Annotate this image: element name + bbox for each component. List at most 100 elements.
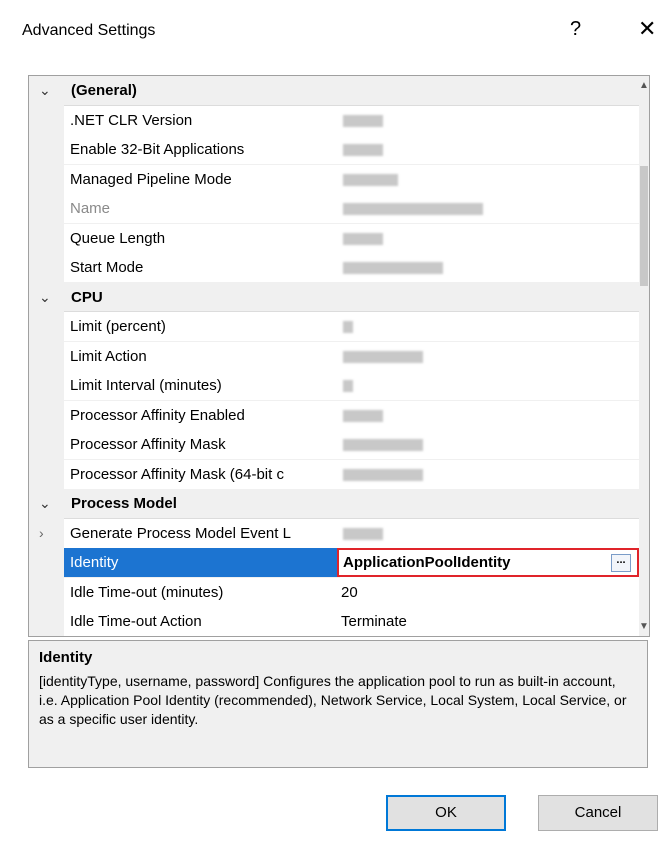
property-value[interactable] [337, 371, 643, 401]
property-row[interactable]: › Generate Process Model Event L [29, 518, 643, 549]
row-gutter [29, 312, 64, 342]
property-row[interactable]: Processor Affinity Mask [29, 430, 643, 460]
redacted-value [343, 144, 383, 156]
property-value[interactable] [337, 341, 643, 372]
row-gutter [29, 548, 64, 578]
redacted-value [343, 527, 383, 540]
property-value[interactable] [337, 105, 643, 136]
property-grid[interactable]: ⌄ (General) .NET CLR Version Enable 32-Bit … [28, 75, 650, 637]
redacted-value [343, 350, 423, 363]
category-label: (General) [71, 82, 137, 99]
property-name[interactable]: Processor Affinity Enabled [64, 400, 340, 431]
identity-value-field[interactable]: ApplicationPoolIdentity... [337, 548, 639, 577]
property-value[interactable] [337, 312, 643, 342]
row-gutter [29, 341, 64, 371]
expand-chevron-icon[interactable]: › [39, 519, 44, 548]
category-label: CPU [71, 288, 103, 306]
category-row[interactable]: ⌄ CPU [29, 282, 639, 312]
property-row[interactable]: Enable 32-Bit Applications [29, 135, 643, 165]
redacted-value [343, 380, 353, 392]
property-value[interactable] [337, 459, 643, 490]
property-row[interactable]: Limit (percent) [29, 312, 643, 342]
property-name[interactable]: Managed Pipeline Mode [64, 164, 340, 195]
property-value[interactable] [337, 518, 643, 549]
property-name[interactable]: .NET CLR Version [64, 105, 340, 136]
property-name[interactable]: Processor Affinity Mask [64, 430, 340, 460]
ok-button[interactable]: OK [386, 795, 506, 831]
property-row[interactable]: Queue Length [29, 223, 643, 254]
redacted-value [343, 114, 383, 127]
property-row[interactable]: Processor Affinity Enabled [29, 400, 643, 431]
property-row[interactable]: Start Mode [29, 253, 643, 283]
property-name[interactable]: Generate Process Model Event L [64, 518, 340, 549]
property-name[interactable]: Name [64, 194, 340, 224]
window-title: Advanced Settings [22, 22, 156, 39]
collapse-chevron-icon[interactable]: ⌄ [39, 283, 51, 312]
property-row[interactable]: Idle Time-out Action Terminate [29, 607, 643, 636]
property-name[interactable]: Processor Affinity Mask (64-bit c [64, 459, 340, 490]
redacted-value [343, 173, 398, 186]
property-name[interactable]: Limit Action [64, 341, 340, 372]
category-row[interactable]: ⌄ (General) [29, 76, 639, 106]
category-row[interactable]: ⌄ Process Model [29, 489, 639, 519]
row-gutter [29, 607, 64, 636]
description-title: Identity [39, 649, 93, 666]
description-panel: Identity [identityType, username, passwo… [28, 640, 648, 768]
redacted-value [343, 262, 443, 274]
collapse-chevron-icon[interactable]: ⌄ [39, 489, 51, 518]
property-row[interactable]: Identity ApplicationPoolIdentity... [29, 548, 639, 578]
property-row[interactable]: Name [29, 194, 643, 224]
property-name[interactable]: Enable 32-Bit Applications [64, 135, 340, 165]
close-button[interactable]: ✕ [638, 16, 656, 42]
property-value[interactable]: 20 [337, 577, 643, 608]
property-value[interactable] [337, 164, 643, 195]
property-name[interactable]: Idle Time-out Action [64, 607, 340, 636]
property-row[interactable]: Processor Affinity Mask (64-bit c [29, 459, 643, 490]
row-gutter [29, 135, 64, 165]
scroll-up-arrow-icon[interactable]: ▲ [639, 80, 649, 91]
row-gutter [29, 518, 64, 548]
property-name[interactable]: Queue Length [64, 223, 340, 254]
ellipsis-button[interactable]: ... [611, 554, 631, 572]
property-row[interactable]: Limit Action [29, 341, 643, 372]
property-value[interactable] [337, 253, 643, 283]
property-name[interactable]: Start Mode [64, 253, 340, 283]
property-value[interactable]: Terminate [337, 607, 643, 636]
row-gutter [29, 194, 64, 224]
redacted-value [343, 409, 383, 422]
property-value[interactable] [337, 400, 643, 431]
row-gutter [29, 164, 64, 194]
property-name[interactable]: Limit Interval (minutes) [64, 371, 340, 401]
property-rows: ⌄ (General) .NET CLR Version Enable 32-Bit … [29, 76, 643, 636]
property-value[interactable] [337, 430, 643, 460]
row-gutter [29, 223, 64, 253]
property-value[interactable] [337, 135, 643, 165]
scroll-thumb[interactable] [640, 166, 648, 286]
property-value-text: ApplicationPoolIdentity [343, 554, 511, 571]
help-button[interactable]: ? [570, 18, 581, 41]
property-value-text: Terminate [341, 613, 407, 630]
redacted-value [343, 321, 353, 333]
collapse-chevron-icon[interactable]: ⌄ [39, 76, 51, 105]
property-row[interactable]: Idle Time-out (minutes) 20 [29, 577, 643, 608]
property-name[interactable]: Limit (percent) [64, 312, 340, 342]
cancel-button[interactable]: Cancel [538, 795, 658, 831]
scrollbar[interactable]: ▲ ▼ [639, 76, 649, 636]
redacted-value [343, 439, 423, 451]
row-gutter [29, 253, 64, 283]
description-text: [identityType, username, password] Confi… [39, 673, 627, 727]
property-value[interactable] [337, 223, 643, 254]
row-gutter [29, 459, 64, 489]
property-row[interactable]: Limit Interval (minutes) [29, 371, 643, 401]
property-row[interactable]: .NET CLR Version [29, 105, 643, 136]
redacted-value [343, 232, 383, 245]
property-name[interactable]: Idle Time-out (minutes) [64, 577, 340, 608]
row-gutter [29, 371, 64, 401]
property-name[interactable]: Identity [64, 548, 340, 578]
row-gutter [29, 430, 64, 460]
redacted-value [343, 468, 423, 481]
redacted-value [343, 203, 483, 215]
property-value[interactable] [337, 194, 643, 224]
scroll-down-arrow-icon[interactable]: ▼ [639, 621, 649, 632]
property-row[interactable]: Managed Pipeline Mode [29, 164, 643, 195]
